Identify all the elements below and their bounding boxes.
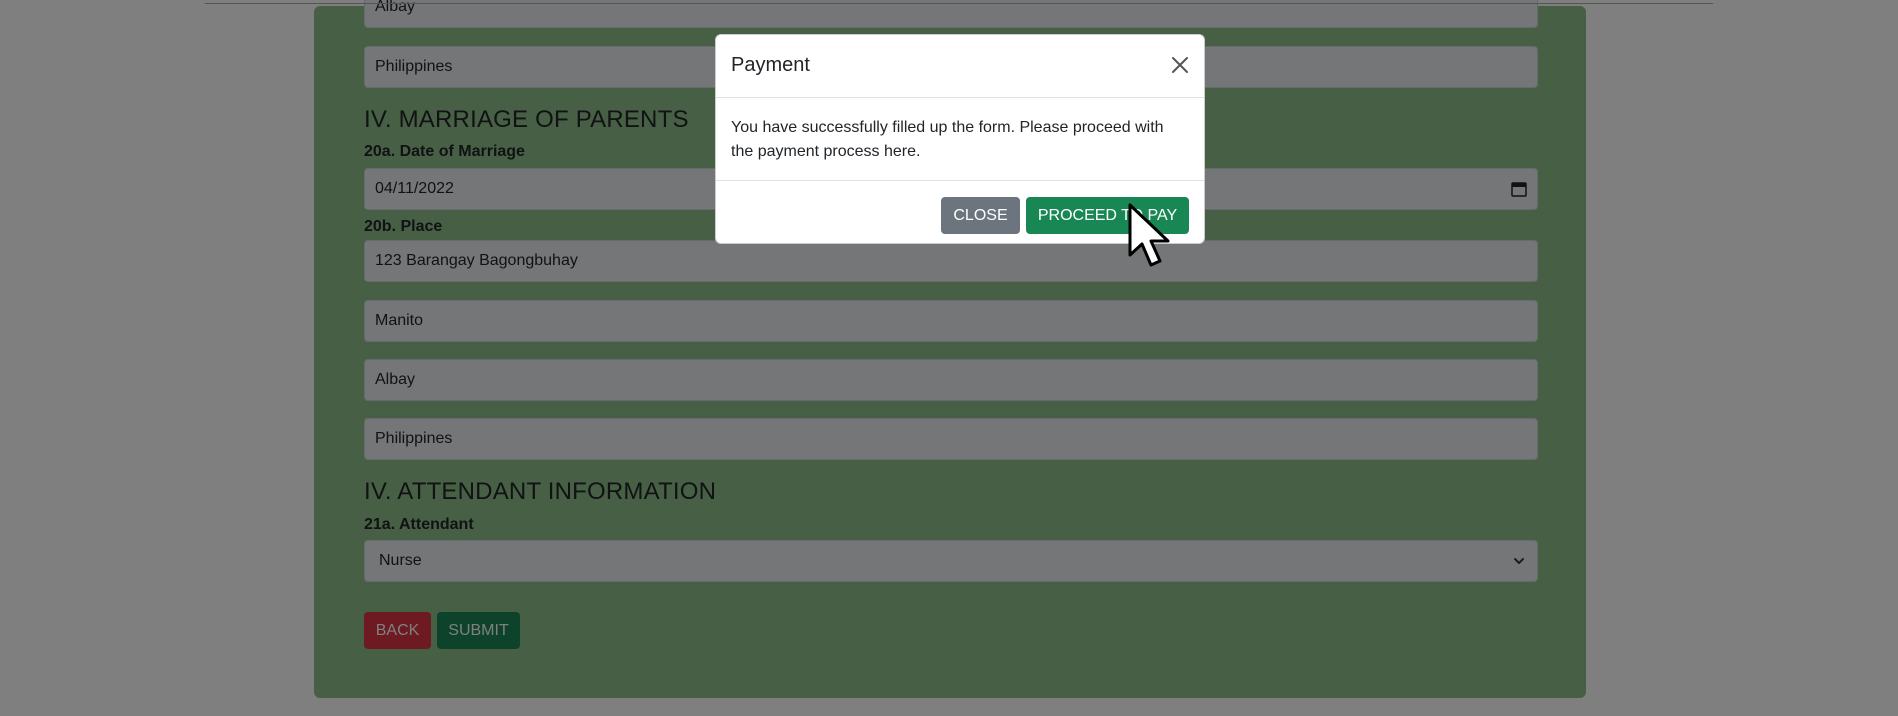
cursor-pointer-icon bbox=[1128, 203, 1184, 271]
modal-title: Payment bbox=[731, 54, 810, 76]
modal-header: Payment bbox=[716, 35, 1204, 98]
close-icon[interactable] bbox=[1168, 53, 1192, 77]
top-divider bbox=[205, 3, 1713, 4]
modal-close-button[interactable]: CLOSE bbox=[941, 197, 1020, 234]
modal-body: You have successfully filled up the form… bbox=[716, 98, 1204, 181]
